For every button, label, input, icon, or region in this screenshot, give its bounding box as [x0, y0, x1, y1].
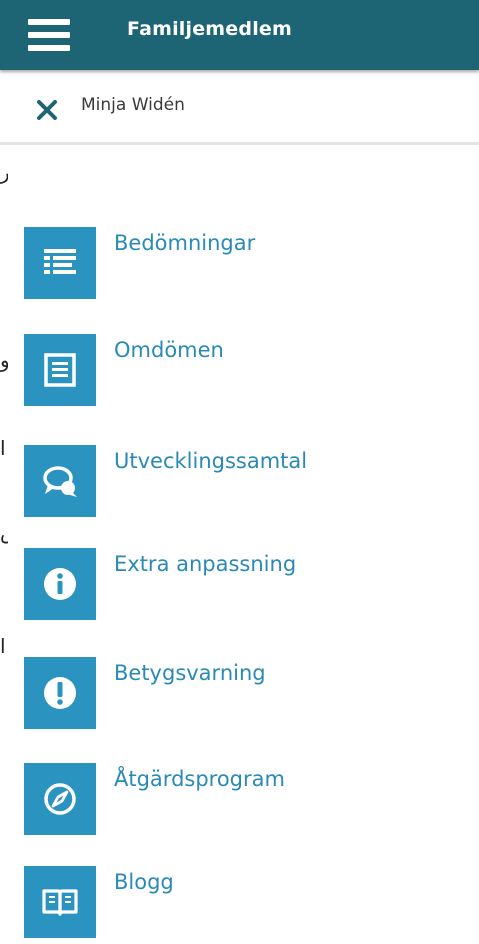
app-header: Familjemedlem [0, 0, 479, 70]
list-icon [44, 249, 76, 274]
menu-tile [24, 763, 96, 835]
menu-item-label: Åtgärdsprogram [114, 767, 285, 791]
edge-glyph: ر [0, 160, 8, 184]
selected-member-row: Minja Widén [0, 76, 479, 145]
chat-bubble-icon [43, 466, 77, 497]
page: Familjemedlem Minja Widén ر و ا س ا [0, 0, 479, 944]
compass-icon [44, 783, 76, 815]
menu-item-label: Blogg [114, 870, 174, 894]
menu-tile [24, 866, 96, 938]
document-icon [44, 353, 76, 387]
menu-item-label: Betygsvarning [114, 661, 266, 685]
menu-item-label: Omdömen [114, 338, 224, 362]
menu-item-label: Extra anpassning [114, 552, 297, 576]
menu-tile [24, 445, 96, 517]
menu-tile [24, 548, 96, 620]
menu-item-label: Bedömningar [114, 231, 256, 255]
menu-item-utvecklingssamtal[interactable]: Utvecklingssamtal [0, 445, 479, 541]
menu-item-label: Utvecklingssamtal [114, 449, 308, 473]
menu-item-betygsvarning[interactable]: Betygsvarning [0, 657, 479, 753]
hamburger-menu-icon[interactable] [28, 19, 70, 51]
member-name: Minja Widén [81, 95, 185, 115]
menu-item-atgardsprogram[interactable]: Åtgärdsprogram [0, 763, 479, 859]
menu-tile [24, 334, 96, 406]
menu-tile [24, 227, 96, 299]
close-icon[interactable] [34, 97, 60, 123]
exclamation-icon [44, 677, 76, 709]
book-icon [42, 889, 78, 916]
menu-tile [24, 657, 96, 729]
menu-item-bedomningar[interactable]: Bedömningar [0, 227, 479, 323]
header-title: Familjemedlem [127, 18, 292, 40]
menu-item-omdomen[interactable]: Omdömen [0, 334, 479, 430]
info-icon [44, 568, 76, 600]
menu-item-blogg[interactable]: Blogg [0, 866, 479, 944]
menu-item-extra-anpassning[interactable]: Extra anpassning [0, 548, 479, 644]
